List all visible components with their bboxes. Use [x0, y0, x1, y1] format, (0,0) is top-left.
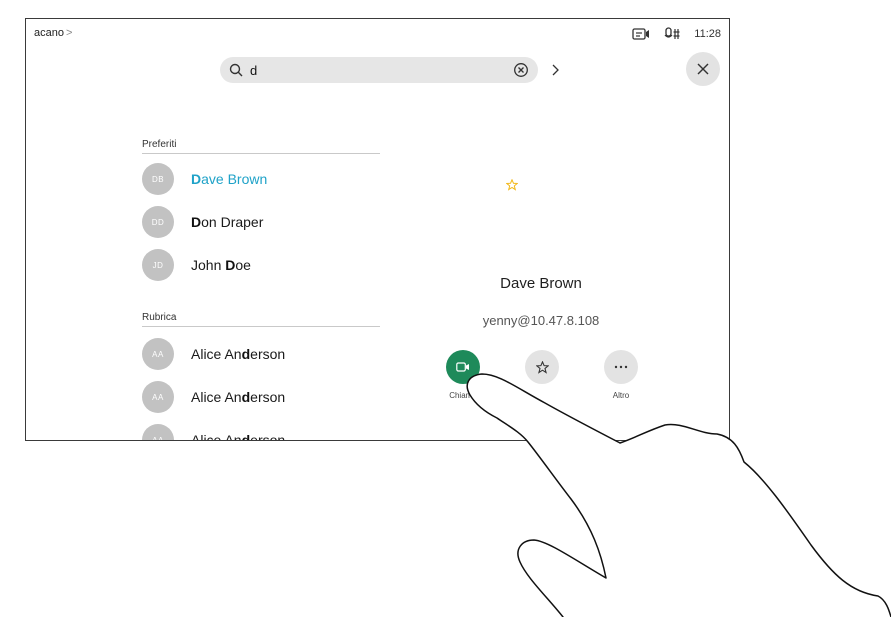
hand-pointer-icon	[466, 373, 891, 617]
